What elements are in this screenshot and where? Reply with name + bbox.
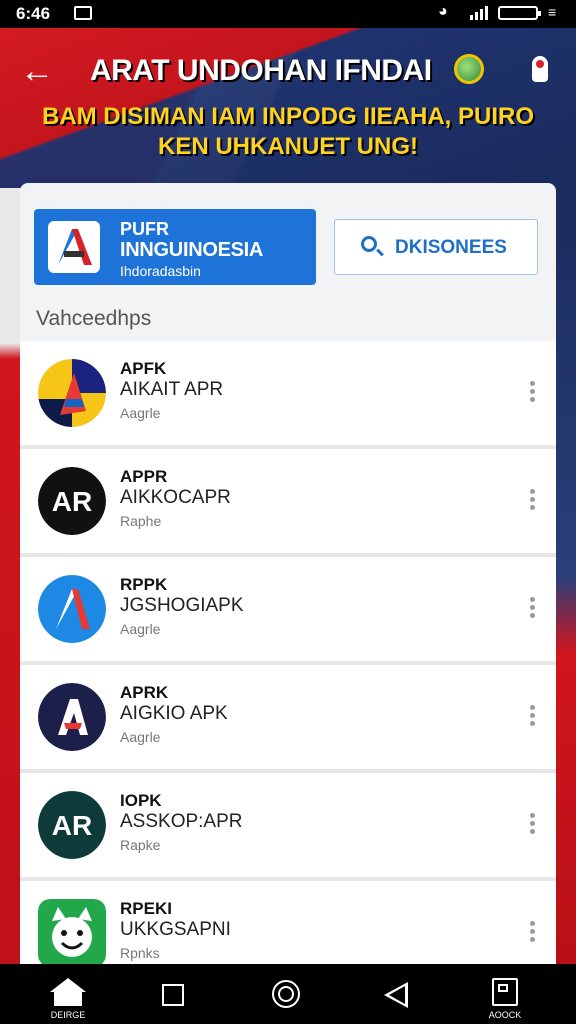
app-icon-blue-a: [38, 575, 106, 643]
app-meta: Aagrle: [120, 621, 161, 637]
list-item[interactable]: AR IOPK ASSKOP:APR Rapke: [20, 773, 556, 881]
more-options-icon[interactable]: [530, 813, 536, 835]
location-pin-icon[interactable]: [532, 56, 548, 82]
globe-search-icon[interactable]: [454, 54, 484, 84]
app-name: APPR: [120, 467, 168, 486]
system-nav-bar: DEIRGE AOOCK: [0, 964, 576, 1024]
app-icon-green-cat: [38, 899, 106, 964]
app-icon-black-ar: AR: [38, 467, 106, 535]
list-item[interactable]: APFK AIKAIT APR Aagrle: [20, 341, 556, 449]
flag-strip-right: [554, 188, 576, 964]
status-bar: 6:46 ◕ ≡: [0, 0, 576, 28]
back-arrow-icon[interactable]: ←: [20, 52, 54, 91]
app-subtitle: JGSHOGIAPK: [120, 595, 244, 616]
app-icon-yellow-a: [38, 359, 106, 427]
app-subtitle: ASSKOP:APR: [120, 811, 243, 832]
app-subtitle: AIKKOCAPR: [120, 487, 231, 508]
wifi-icon: ◕: [438, 3, 448, 20]
search-button[interactable]: DKISONEES: [334, 219, 538, 275]
app-name: RPPK: [120, 575, 168, 594]
more-options-icon[interactable]: [530, 381, 536, 403]
app-subtitle: AIGKIO APK: [120, 703, 228, 724]
list-item[interactable]: AR APPR AIKKOCAPR Raphe: [20, 449, 556, 557]
list-item[interactable]: APRK AIGKIO APK Aagrle: [20, 665, 556, 773]
back-triangle-icon[interactable]: [384, 982, 408, 1008]
status-time: 6:46: [16, 4, 51, 23]
charging-icon: ≡: [548, 4, 557, 20]
header-subtitle: BAM DISIMAN IAM INPODG IIEAHA, PUIRO KEN…: [0, 102, 576, 162]
app-name: APFK: [120, 359, 167, 378]
list-item[interactable]: RPEKI UKKGSAPNI Rpnks: [20, 881, 556, 964]
search-button-label: DKISONEES: [395, 237, 507, 258]
home-circle-icon[interactable]: [272, 980, 300, 1008]
app-name: APRK: [120, 683, 169, 702]
app-meta: Rpnks: [120, 945, 160, 961]
app-icon-navy-a: [38, 683, 106, 751]
recents-icon[interactable]: [162, 984, 184, 1006]
svg-text:AR: AR: [52, 810, 92, 841]
document-icon[interactable]: [492, 978, 518, 1006]
image-notification-icon: [74, 6, 92, 20]
featured-app-banner[interactable]: PUFR INNGUINOESIA Ihdoradasbin: [34, 209, 316, 285]
app-name: IOPK: [120, 791, 162, 810]
subtitle-line-1: BAM DISIMAN IAM INPODG IIEAHA, PUIRO: [41, 103, 534, 130]
featured-line-2: INNGUINOESIA: [120, 239, 264, 261]
app-meta: Rapke: [120, 837, 161, 853]
more-options-icon[interactable]: [530, 705, 536, 727]
signal-icon: [470, 6, 488, 20]
app-meta: Aagrle: [120, 405, 161, 421]
featured-app-logo: [48, 221, 100, 273]
app-meta: Raphe: [120, 513, 162, 529]
list-item[interactable]: RPPK JGSHOGIAPK Aagrle: [20, 557, 556, 665]
subtitle-line-2: KEN UHKANUET UNG!: [158, 133, 418, 160]
featured-line-1: PUFR: [120, 219, 169, 239]
app-list-card: PUFR INNGUINOESIA Ihdoradasbin DKISONEES…: [20, 183, 556, 964]
search-icon: [361, 236, 377, 252]
app-subtitle: AIKAIT APR: [120, 379, 224, 400]
app-meta: Aagrle: [120, 729, 161, 745]
app-list: APFK AIKAIT APR Aagrle AR APPR AIKKOCAPR…: [20, 341, 556, 964]
section-title: Vahceedhps: [36, 307, 152, 330]
svg-text:AR: AR: [52, 486, 92, 517]
home-icon: [50, 978, 86, 992]
home-nav-label: DEIRGE: [50, 1010, 86, 1020]
home-nav-button[interactable]: DEIRGE: [48, 978, 88, 1022]
more-options-icon[interactable]: [530, 489, 536, 511]
featured-line-3: Ihdoradasbin: [120, 263, 201, 279]
document-nav-label: AOOCK: [488, 1010, 522, 1020]
battery-icon: [498, 6, 541, 20]
app-name: RPEKI: [120, 899, 172, 918]
app-icon-teal-ar: AR: [38, 791, 106, 859]
a-logo-icon: [58, 229, 92, 265]
more-options-icon[interactable]: [530, 597, 536, 619]
app-subtitle: UKKGSAPNI: [120, 919, 231, 940]
page-title: ARAT UNDOHAN IFNDAI: [90, 54, 432, 87]
more-options-icon[interactable]: [530, 921, 536, 943]
